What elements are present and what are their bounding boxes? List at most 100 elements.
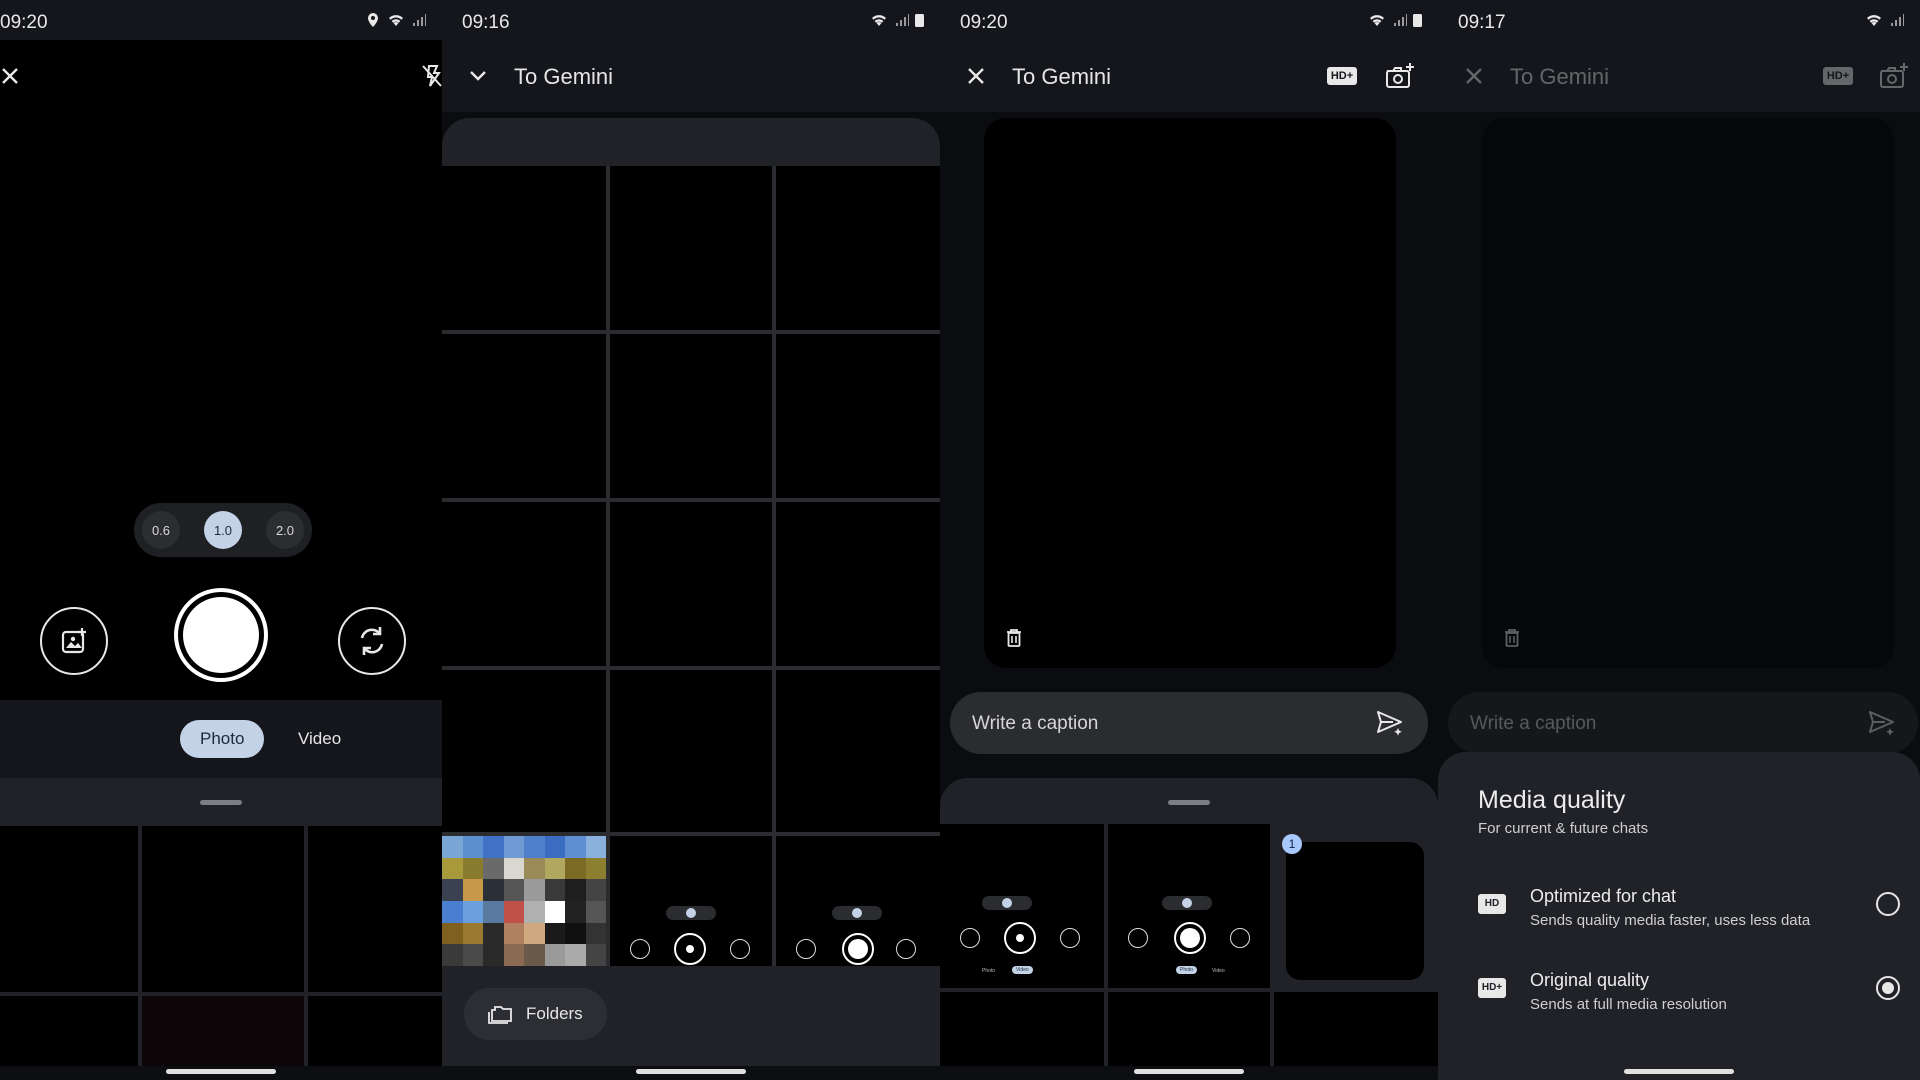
pixelated-thumbnail[interactable] (442, 836, 606, 966)
recipient-title: To Gemini (1012, 64, 1112, 89)
mini-switch-circle (1230, 928, 1250, 948)
video-mode-tab[interactable]: Video (278, 720, 361, 758)
gallery-thumbnail[interactable] (1274, 992, 1438, 1066)
preview-top-bar: To Gemini HD+ (1438, 40, 1920, 112)
switch-camera-button[interactable] (338, 607, 406, 675)
gallery-thumbnail[interactable] (0, 826, 138, 992)
delete-button[interactable] (1492, 618, 1532, 658)
camera-mode-bar: Photo Video (0, 700, 442, 778)
shutter-button[interactable] (174, 588, 268, 682)
gallery-thumbnail[interactable] (776, 670, 940, 832)
send-button[interactable] (1862, 703, 1902, 743)
close-button[interactable] (956, 56, 996, 96)
gallery-thumbnail[interactable] (142, 826, 304, 992)
nav-bar (940, 1066, 1438, 1080)
camera-screenshot-thumbnail[interactable] (610, 836, 772, 966)
folder-icon (488, 1006, 512, 1024)
mini-gallery-circle (796, 939, 816, 959)
battery-icon (915, 14, 924, 27)
home-indicator[interactable] (1134, 1069, 1244, 1074)
gallery-thumbnail[interactable] (142, 996, 304, 1066)
media-preview[interactable] (1482, 118, 1894, 668)
gallery-button[interactable] (40, 607, 108, 675)
gallery-sheet (0, 778, 442, 1066)
status-bar: 09:20 (0, 0, 442, 40)
camera-screenshot-thumbnail[interactable] (776, 836, 940, 966)
zoom-0-6-button[interactable]: 0.6 (142, 511, 180, 549)
flash-off-button[interactable] (412, 56, 442, 96)
home-indicator[interactable] (636, 1069, 746, 1074)
media-quality-button[interactable]: HD+ (1320, 56, 1364, 96)
gallery-thumbnail[interactable] (442, 670, 606, 832)
gallery-thumbnail[interactable] (610, 502, 772, 666)
preview-screen: 09:20 To Gemini HD+ Write a caption Phot… (940, 0, 1438, 1080)
status-icons (869, 12, 924, 28)
status-time: 09:20 (960, 12, 1008, 33)
sheet-handle[interactable] (1168, 800, 1210, 805)
add-camera-button[interactable] (1380, 56, 1420, 96)
mini-zoom-dot (686, 908, 696, 918)
home-indicator[interactable] (1624, 1069, 1734, 1074)
gallery-thumbnail[interactable] (610, 670, 772, 832)
camera-screenshot-thumbnail[interactable]: Photo Video (1108, 824, 1270, 988)
original-radio[interactable] (1876, 976, 1900, 1000)
zoom-1-0-button[interactable]: 1.0 (204, 511, 242, 549)
switch-camera-icon (360, 627, 384, 655)
hd-plus-icon: HD+ (1822, 67, 1854, 85)
optimized-radio[interactable] (1876, 892, 1900, 916)
mini-video-label: Video (1212, 968, 1225, 974)
status-time: 09:20 (0, 12, 48, 33)
recipient-title: To Gemini (514, 64, 614, 89)
photo-mode-tab[interactable]: Photo (180, 720, 265, 758)
option-description: Sends quality media faster, uses less da… (1530, 912, 1811, 929)
gallery-thumbnail[interactable] (442, 502, 606, 666)
gallery-sheet-header[interactable] (442, 118, 940, 166)
delete-button[interactable] (994, 618, 1034, 658)
wifi-icon (1370, 15, 1384, 26)
gallery-thumbnail[interactable] (610, 166, 772, 330)
camera-add-icon (1386, 63, 1414, 88)
status-time: 09:16 (462, 12, 510, 33)
home-indicator[interactable] (166, 1069, 276, 1074)
status-icons (1864, 12, 1904, 28)
media-preview[interactable] (984, 118, 1396, 668)
mini-zoom-dot (1002, 898, 1012, 908)
add-camera-button[interactable] (1874, 56, 1914, 96)
folders-button[interactable]: Folders (464, 988, 607, 1040)
media-quality-button[interactable]: HD+ (1816, 56, 1860, 96)
mini-zoom-dot (1182, 898, 1192, 908)
gallery-thumbnail[interactable] (940, 992, 1104, 1066)
status-time: 09:17 (1458, 12, 1506, 33)
gallery-thumbnail[interactable] (308, 826, 442, 992)
gallery-thumbnail[interactable] (776, 166, 940, 330)
gallery-sheet: Photo Video Photo Video 1 (940, 778, 1438, 1066)
close-button[interactable] (0, 56, 30, 96)
gallery-thumbnail[interactable] (1108, 992, 1270, 1066)
original-quality-option[interactable]: HD+ Original quality Sends at full media… (1438, 964, 1920, 1028)
selected-thumbnail[interactable] (1286, 842, 1424, 980)
camera-screenshot-thumbnail[interactable]: Photo Video (940, 824, 1104, 988)
close-button[interactable] (1454, 56, 1494, 96)
send-button[interactable] (1370, 703, 1410, 743)
sheet-subtitle: For current & future chats (1478, 820, 1649, 837)
caption-input[interactable]: Write a caption (950, 692, 1428, 754)
gallery-thumbnail[interactable] (776, 334, 940, 498)
option-label: Optimized for chat (1530, 886, 1677, 906)
gallery-thumbnail[interactable] (442, 166, 606, 330)
option-label: Original quality (1530, 970, 1650, 990)
zoom-2-0-button[interactable]: 2.0 (266, 511, 304, 549)
gallery-top-bar: To Gemini (442, 40, 940, 112)
caption-input[interactable]: Write a caption (1448, 692, 1918, 754)
gallery-thumbnail[interactable] (610, 334, 772, 498)
gallery-thumbnail[interactable] (776, 502, 940, 666)
sheet-handle[interactable] (200, 800, 242, 805)
flash-off-icon (422, 65, 442, 87)
gallery-thumbnail[interactable] (308, 996, 442, 1066)
nav-bar (1438, 1066, 1920, 1080)
caption-placeholder: Write a caption (1470, 713, 1597, 734)
optimized-quality-option[interactable]: HD Optimized for chat Sends quality medi… (1438, 880, 1920, 944)
gallery-thumbnail[interactable] (0, 996, 138, 1066)
mini-shutter (1174, 922, 1206, 954)
collapse-button[interactable] (458, 56, 498, 96)
gallery-thumbnail[interactable] (442, 334, 606, 498)
